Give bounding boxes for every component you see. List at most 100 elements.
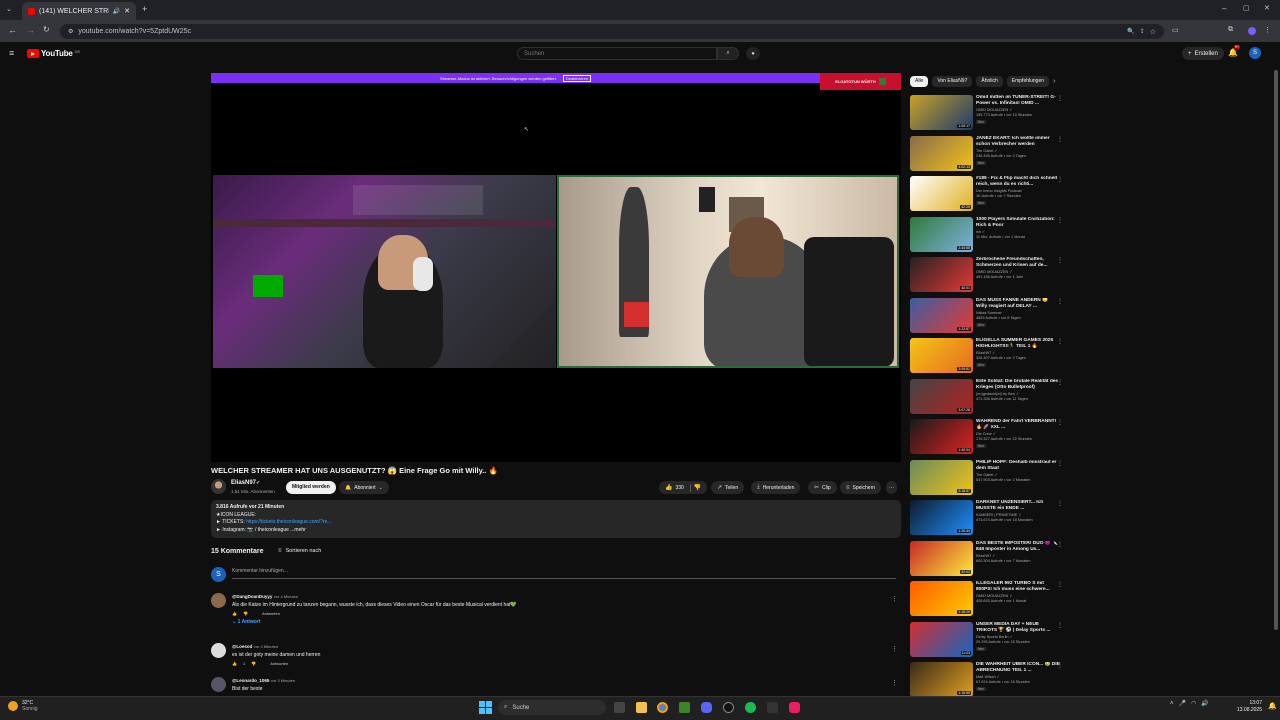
video-menu-icon[interactable]: ⋮ [1057, 176, 1063, 183]
video-thumbnail[interactable]: 3:07:28 [910, 378, 973, 414]
video-thumbnail[interactable]: 42:03 [910, 540, 973, 576]
app-icon[interactable] [723, 702, 734, 713]
video-player[interactable]: Streamer-Modus ist aktiviert. Benachrich… [211, 73, 901, 462]
comment-user[interactable]: @Leonardo_1065 [232, 678, 269, 683]
reply-button[interactable]: Antworten [270, 660, 288, 668]
thumbs-down-icon[interactable]: 👎 [243, 610, 248, 618]
comment-avatar[interactable] [211, 677, 226, 692]
notifications-icon[interactable]: 🔔 [1268, 702, 1277, 710]
voice-search-button[interactable]: ● [746, 47, 760, 60]
video-menu-icon[interactable]: ⋮ [1057, 136, 1063, 143]
join-button[interactable]: Mitglied werden [286, 481, 336, 494]
related-video-item[interactable]: 1:40:04 WÄHREND der Fahrt VERBRANNT!🔥 🚀 X… [910, 419, 1070, 460]
extensions-icon[interactable]: ⧉ [1228, 26, 1233, 34]
video-thumbnail[interactable]: 3:09:51 [910, 338, 973, 373]
video-description[interactable]: 3.816 Aufrufe vor 21 Minuten ★ICON LEAGU… [211, 500, 901, 538]
related-video-item[interactable]: 40:01 Zerbrochene Freundschaften, Schmerz… [910, 257, 1070, 298]
reload-icon[interactable]: ↻ [43, 25, 50, 34]
video-title[interactable]: ELIGELLA SUMMER GAMES 2025 HIGHLIGHTS!!🏃… [976, 338, 1060, 350]
taskbar-clock[interactable]: 13:07 13.08.2025 [1222, 700, 1262, 714]
video-thumbnail[interactable]: 4:02:13 [910, 135, 973, 171]
more-actions-button[interactable]: ··· [886, 481, 897, 494]
back-icon[interactable]: ← [8, 25, 17, 35]
address-bar[interactable]: ⚙ youtube.com/watch?v=5ZptdUW25c 🔍 ⇪ ☆ [60, 24, 1164, 39]
video-menu-icon[interactable]: ⋮ [1057, 217, 1063, 224]
related-video-item[interactable]: 11:03 UNSER MEDIA DAY + NEUE TRIKOTS 🏆 ⚽ … [910, 621, 1070, 663]
video-title[interactable]: Zerbrochene Freundschaften, Schmerzen un… [976, 257, 1060, 269]
video-title[interactable]: UNSER MEDIA DAY + NEUE TRIKOTS 🏆 ⚽ | Del… [976, 622, 1060, 634]
video-menu-icon[interactable]: ⋮ [1057, 541, 1063, 548]
related-video-item[interactable]: 4:02:13 JANEZ EKART: Ich wollte immer sch… [910, 135, 1070, 177]
related-video-item[interactable]: 42:03 DAS BESTE IMPOSTER! DUO 😈 🔪 848 Imp… [910, 540, 1070, 582]
video-thumbnail[interactable]: 1:40:04 [910, 419, 973, 454]
channel-avatar[interactable] [211, 479, 226, 494]
sort-comments-button[interactable]: ≡ Sortieren nach [278, 548, 321, 554]
chip-similar[interactable]: Ähnlich [976, 76, 1003, 87]
comment-menu-icon[interactable]: ⋮ [891, 679, 898, 687]
tickets-link[interactable]: https://tickets.theiconleague.com/?re... [246, 519, 331, 525]
video-menu-icon[interactable]: ⋮ [1057, 379, 1063, 386]
related-video-item[interactable]: 3:09:51 ELIGELLA SUMMER GAMES 2025 HIGHLI… [910, 338, 1070, 379]
minecraft-icon[interactable] [679, 702, 690, 713]
video-menu-icon[interactable]: ⋮ [1057, 257, 1063, 264]
comment-user[interactable]: @Loesod [232, 644, 252, 649]
video-menu-icon[interactable]: ⋮ [1057, 298, 1063, 305]
video-title[interactable]: #189 - Fix & Flip macht dich schnell rei… [976, 176, 1060, 188]
account-avatar[interactable]: S [1249, 47, 1261, 59]
weather-widget[interactable]: 32°C Sonnig [8, 700, 38, 712]
minimize-icon[interactable]: – [1222, 4, 1226, 13]
video-thumbnail[interactable]: 1:16:55 [910, 662, 973, 697]
hamburger-menu-icon[interactable]: ≡ [9, 48, 14, 58]
comment-avatar[interactable] [211, 593, 226, 608]
thumbs-up-icon[interactable]: 👍 [232, 660, 237, 668]
create-button[interactable]: + Erstellen [1182, 47, 1224, 60]
video-title[interactable]: DIE WAHRHEIT ÜBER ICON... 😢 DIE ABRECHNU… [976, 662, 1060, 674]
speaker-icon[interactable]: 🔊 [113, 8, 120, 15]
reply-button[interactable]: Antworten [262, 610, 280, 618]
browser-menu-icon[interactable]: ⋮ [1264, 26, 1271, 34]
youtube-logo[interactable]: YouTube DE [27, 49, 80, 58]
video-title[interactable]: JANEZ EKART: Ich wollte immer schon Verb… [976, 136, 1060, 148]
video-title[interactable]: DAS MUSS FANNE ÄNDERN 😳 Willy reagiert a… [976, 298, 1060, 310]
zoom-icon[interactable]: 🔍 [1127, 28, 1134, 35]
related-video-item[interactable]: 42:29 #189 - Fix & Flip macht dich schnel… [910, 176, 1070, 217]
mic-icon[interactable]: 🎤 [1179, 700, 1186, 707]
video-thumbnail[interactable]: 2:34:55 [910, 216, 973, 252]
desc-instagram-line[interactable]: ► Instagram: 📷 / theiconleague ...mehr [216, 527, 896, 535]
wifi-icon[interactable]: ◠ [1191, 700, 1196, 707]
subscribed-button[interactable]: 🔔 Abonniert ⌄ [339, 481, 389, 494]
video-menu-icon[interactable]: ⋮ [1057, 662, 1063, 669]
video-menu-icon[interactable]: ⋮ [1057, 419, 1063, 426]
profile-icon[interactable] [1248, 27, 1256, 35]
video-menu-icon[interactable]: ⋮ [1057, 622, 1063, 629]
chip-from-channel[interactable]: Von EliasN97 [932, 76, 973, 87]
search-button[interactable]: ⌕ [717, 47, 739, 60]
channel-name[interactable]: EliasN97 [231, 480, 256, 486]
start-button[interactable] [479, 701, 492, 714]
chrome-icon[interactable] [657, 702, 668, 713]
save-button[interactable]: ≡ Speichern [840, 481, 882, 494]
like-button[interactable]: 👍 330 👎 [659, 481, 708, 494]
video-thumbnail[interactable]: 40:01 [910, 257, 973, 292]
new-tab-icon[interactable]: + [142, 4, 147, 14]
scrollbar-thumb[interactable] [1274, 70, 1278, 630]
bookmark-star-icon[interactable]: ☆ [1150, 28, 1156, 36]
video-menu-icon[interactable]: ⋮ [1057, 581, 1063, 588]
comment-avatar[interactable] [211, 643, 226, 658]
video-title[interactable]: DAS BESTE IMPOSTER! DUO 😈 🔪 848 Imposter… [976, 541, 1060, 553]
related-video-item[interactable]: 3:18:57 PHILIP HOPF: Deshalb misstraut er… [910, 459, 1070, 501]
notifications-bell-icon[interactable]: 🔔 [1228, 48, 1238, 57]
video-thumbnail[interactable]: 1:22:57 [910, 297, 973, 333]
spotify-icon[interactable] [745, 702, 756, 713]
maximize-icon[interactable]: ▢ [1243, 4, 1250, 12]
video-title[interactable]: WÄHREND der Fahrt VERBRANNT!🔥 🚀 XXL ... [976, 419, 1060, 431]
volume-icon[interactable]: 🔊 [1201, 700, 1208, 707]
chevron-right-icon[interactable]: › [1053, 78, 1055, 85]
thumbs-down-icon[interactable]: 👎 [694, 484, 701, 491]
related-video-item[interactable]: 1:26:44 DARKNET UNZENSIERT... Ich MUSSTE … [910, 500, 1070, 541]
search-input[interactable]: Suchen [517, 47, 717, 60]
browser-tab[interactable]: (141) WELCHER STREAMER 🔊 ✕ [22, 2, 136, 20]
comment-input[interactable]: Kommentar hinzufügen... [232, 568, 896, 579]
comment-menu-icon[interactable]: ⋮ [891, 645, 898, 653]
download-button[interactable]: ⤓ Herunterladen [751, 481, 801, 494]
